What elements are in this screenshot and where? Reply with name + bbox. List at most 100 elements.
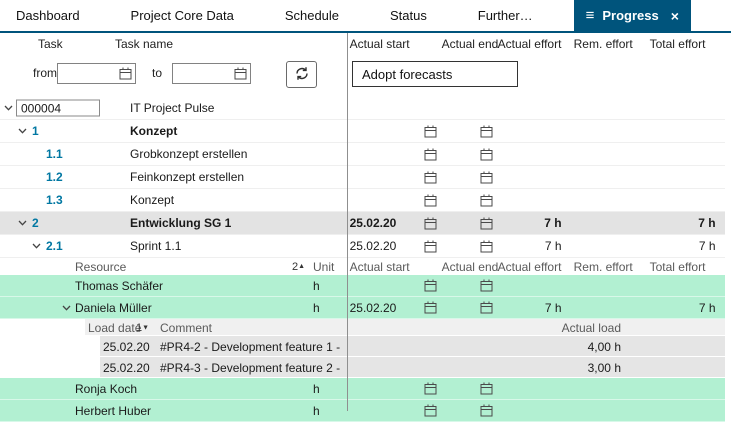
task-id[interactable]: 1 — [32, 124, 39, 138]
calendar-icon[interactable] — [480, 404, 493, 417]
col-actual-effort[interactable]: Actual effort — [498, 258, 566, 275]
resource-row-ronja-koch[interactable]: Ronja Kochh — [0, 378, 725, 400]
calendar-icon[interactable] — [480, 301, 493, 314]
load-row[interactable]: 25.02.20#PR4-3 - Development feature 2 -… — [0, 357, 725, 378]
task-name[interactable]: Konzept — [130, 124, 177, 138]
col-task[interactable]: Task — [38, 37, 63, 51]
refresh-button[interactable] — [286, 61, 317, 88]
task-row-1[interactable]: 1 Konzept — [0, 120, 725, 143]
close-icon[interactable]: × — [671, 9, 679, 23]
col-load-date[interactable]: Load date — [88, 321, 141, 335]
from-date-input[interactable] — [57, 63, 136, 84]
calendar-icon[interactable] — [480, 279, 493, 292]
col-rem-effort[interactable]: Rem. effort — [566, 33, 642, 55]
to-date-input[interactable] — [172, 63, 251, 84]
col-actual-start[interactable]: Actual start — [350, 33, 442, 55]
resource-name[interactable]: Herbert Huber — [75, 404, 151, 418]
task-name[interactable]: Feinkonzept erstellen — [130, 170, 244, 184]
col-rem-effort[interactable]: Rem. effort — [566, 258, 642, 275]
col-actual-end[interactable]: Actual end — [442, 33, 498, 55]
calendar-icon[interactable] — [424, 279, 437, 292]
task-id[interactable]: 2.1 — [46, 239, 63, 253]
resource-name[interactable]: Thomas Schäfer — [75, 279, 163, 293]
task-id[interactable]: 1.2 — [46, 170, 63, 184]
col-task-name[interactable]: Task name — [115, 37, 173, 51]
task-id[interactable]: 1.1 — [46, 147, 63, 161]
task-name[interactable]: Entwicklung SG 1 — [130, 216, 231, 230]
calendar-icon[interactable] — [424, 217, 437, 230]
calendar-icon[interactable] — [424, 171, 437, 184]
col-total-effort[interactable]: Total effort — [642, 33, 720, 55]
load-row[interactable]: 25.02.20#PR4-2 - Development feature 1 -… — [0, 336, 725, 357]
task-row-2[interactable]: 2Entwicklung SG 125.02.207 h7 h — [0, 212, 725, 235]
calendar-icon[interactable] — [480, 148, 493, 161]
calendar-icon[interactable] — [424, 148, 437, 161]
calendar-icon[interactable] — [480, 240, 493, 253]
rem-effort-value — [566, 166, 642, 188]
task-row-1-3[interactable]: 1.3 Konzept — [0, 189, 725, 212]
task-name[interactable]: Konzept — [130, 193, 174, 207]
project-name[interactable]: IT Project Pulse — [130, 101, 214, 115]
actual-end-cell — [442, 189, 498, 211]
col-actual-effort[interactable]: Actual effort — [498, 33, 566, 55]
total-effort-value — [642, 378, 720, 399]
task-row-1-1[interactable]: 1.1 Grobkonzept erstellen — [0, 143, 725, 166]
expand-chevron-icon[interactable] — [4, 105, 13, 111]
calendar-icon[interactable] — [424, 240, 437, 253]
tab-progress[interactable]: ≡Progress× — [574, 0, 691, 31]
sort-asc-icon[interactable]: 2▲ — [292, 261, 305, 273]
actual-end-cell — [442, 235, 498, 257]
task-name[interactable]: Grobkonzept erstellen — [130, 147, 247, 161]
resource-row-thomas-sch-fer[interactable]: Thomas Schäferh — [0, 275, 725, 297]
task-id[interactable]: 2 — [32, 216, 39, 230]
project-id-input[interactable]: 000004 — [16, 99, 100, 116]
expand-chevron-icon[interactable] — [62, 305, 71, 311]
resource-name[interactable]: Daniela Müller — [75, 301, 152, 315]
task-name[interactable]: Sprint 1.1 — [130, 239, 181, 253]
calendar-icon[interactable] — [480, 125, 493, 138]
col-comment[interactable]: Comment — [160, 321, 212, 335]
total-effort-value — [642, 143, 720, 165]
menu-icon[interactable]: ≡ — [586, 8, 595, 23]
calendar-icon[interactable] — [424, 194, 437, 207]
col-total-effort[interactable]: Total effort — [642, 258, 720, 275]
task-row-2-1[interactable]: 2.1Sprint 1.125.02.207 h7 h — [0, 235, 725, 258]
actual-start-cell — [350, 189, 442, 211]
col-actual-end[interactable]: Actual end — [442, 258, 498, 275]
project-row-000004[interactable]: 000004 IT Project Pulse — [0, 96, 725, 120]
calendar-icon[interactable] — [480, 171, 493, 184]
actual-start-cell: 25.02.20 — [350, 297, 442, 318]
resource-name[interactable]: Ronja Koch — [75, 382, 137, 396]
calendar-icon[interactable] — [424, 301, 437, 314]
tab-schedule[interactable]: Schedule — [275, 0, 349, 31]
calendar-icon[interactable] — [480, 382, 493, 395]
calendar-icon[interactable] — [424, 382, 437, 395]
resource-row-daniela-m-ller[interactable]: Daniela Müllerh25.02.207 h7 h — [0, 297, 725, 319]
tab-status[interactable]: Status — [380, 0, 437, 31]
tab-dashboard[interactable]: Dashboard — [6, 0, 90, 31]
load-date-value: 25.02.20 — [103, 361, 150, 375]
col-actual-load[interactable]: Actual load — [562, 321, 621, 335]
panel-divider[interactable] — [347, 33, 348, 411]
calendar-icon[interactable] — [480, 217, 493, 230]
tab-further[interactable]: Further… — [468, 0, 543, 31]
actual-effort-value — [498, 120, 566, 142]
adopt-forecasts-button[interactable]: Adopt forecasts — [352, 61, 518, 87]
task-id[interactable]: 1.3 — [46, 193, 63, 207]
calendar-icon[interactable] — [424, 404, 437, 417]
expand-chevron-icon[interactable] — [18, 220, 27, 226]
col-resource[interactable]: Resource — [75, 260, 126, 274]
expand-chevron-icon[interactable] — [18, 128, 27, 134]
calendar-icon[interactable] — [234, 67, 247, 80]
sort-desc-icon[interactable]: 1▼ — [136, 322, 142, 334]
calendar-icon[interactable] — [480, 194, 493, 207]
task-row-1-2[interactable]: 1.2 Feinkonzept erstellen — [0, 166, 725, 189]
col-unit[interactable]: Unit — [313, 260, 334, 274]
calendar-icon[interactable] — [424, 125, 437, 138]
actual-start-value: 25.02.20 — [350, 239, 397, 253]
tab-project-core-data[interactable]: Project Core Data — [121, 0, 244, 31]
expand-chevron-icon[interactable] — [32, 243, 41, 249]
load-date-value: 25.02.20 — [103, 340, 150, 354]
col-actual-start[interactable]: Actual start — [350, 258, 442, 275]
calendar-icon[interactable] — [119, 67, 132, 80]
